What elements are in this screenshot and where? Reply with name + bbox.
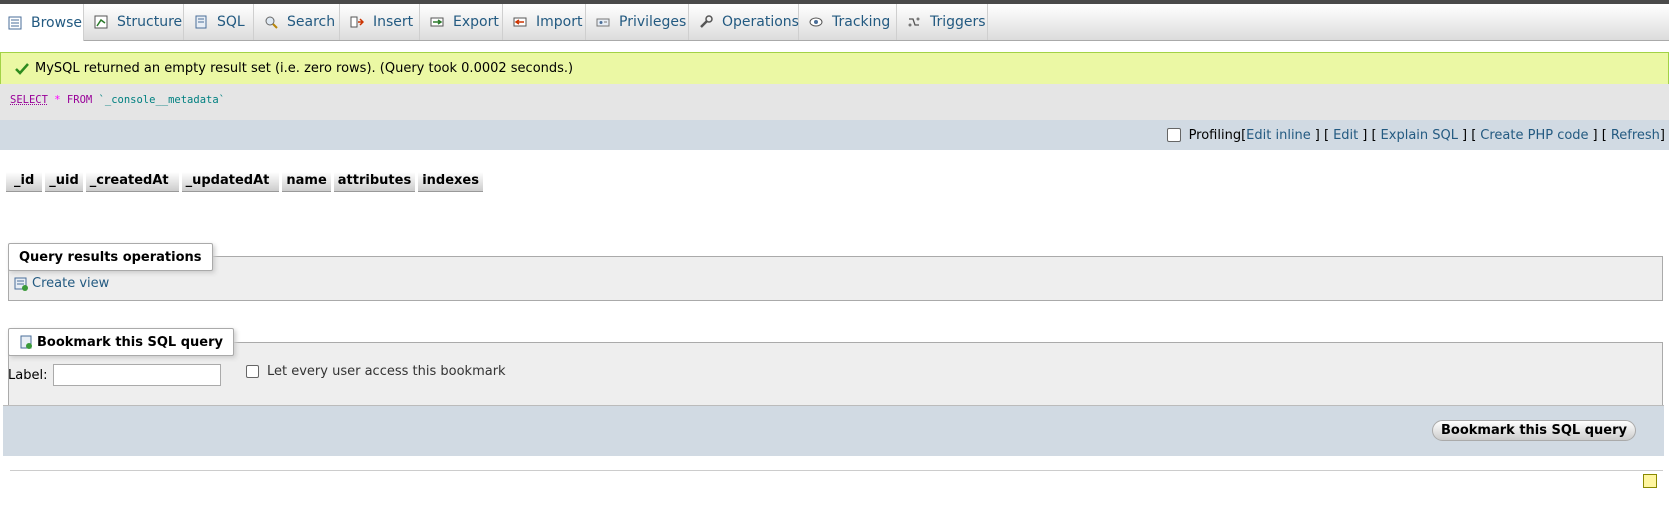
insert-icon xyxy=(350,15,364,29)
every-user-access-label: Let every user access this bookmark xyxy=(267,364,506,379)
tab-label: Import xyxy=(536,14,583,30)
tab-operations[interactable]: Operations xyxy=(691,4,799,40)
search-icon xyxy=(264,15,278,29)
separator: ] [ xyxy=(1362,127,1377,143)
tab-insert[interactable]: Insert xyxy=(342,4,420,40)
every-user-access-checkbox[interactable] xyxy=(246,365,259,378)
create-view-link[interactable]: Create view xyxy=(14,276,109,291)
bookmark-label-row: Label: xyxy=(8,364,222,386)
tab-import[interactable]: Import xyxy=(505,4,586,40)
tab-tracking[interactable]: Tracking xyxy=(801,4,897,40)
legend-text: Bookmark this SQL query xyxy=(37,334,223,350)
tab-label: Structure xyxy=(117,14,183,30)
bookmark-submit-button[interactable]: Bookmark this SQL query xyxy=(1432,420,1636,441)
tab-label: Insert xyxy=(373,14,414,30)
bookmark-icon xyxy=(19,335,33,349)
create-php-code-link[interactable]: Create PHP code xyxy=(1480,128,1588,143)
tab-export[interactable]: Export xyxy=(422,4,503,40)
structure-icon xyxy=(94,15,108,29)
eye-icon xyxy=(809,15,823,29)
tab-search[interactable]: Search xyxy=(256,4,340,40)
success-message: MySQL returned an empty result set (i.e.… xyxy=(0,52,1669,85)
console-toggle-icon[interactable] xyxy=(1643,474,1657,488)
column-header-id[interactable]: _id xyxy=(6,172,43,192)
query-results-operations-fieldset xyxy=(8,256,1663,301)
sql-keyword-from: FROM xyxy=(66,94,93,106)
column-header-updatedat[interactable]: _updatedAt xyxy=(181,172,280,192)
tab-triggers[interactable]: Triggers xyxy=(899,4,988,40)
bookmark-label-caption: Label: xyxy=(8,367,48,383)
query-tools-bar: Profiling [ Edit inline ] [ Edit ] [ Exp… xyxy=(0,120,1669,150)
legend-text: Query results operations xyxy=(19,249,202,265)
sql-icon xyxy=(194,15,208,29)
tab-label: SQL xyxy=(217,14,245,30)
tab-sql[interactable]: SQL xyxy=(186,4,254,40)
privileges-icon xyxy=(596,15,610,29)
every-user-access-row: Let every user access this bookmark xyxy=(246,364,506,379)
tab-browse[interactable]: Browse xyxy=(0,4,84,41)
tab-structure[interactable]: Structure xyxy=(86,4,184,40)
bracket: ] xyxy=(1659,127,1665,143)
profiling-checkbox[interactable] xyxy=(1166,128,1181,142)
tab-label: Privileges xyxy=(619,14,687,30)
edit-link[interactable]: Edit xyxy=(1333,128,1358,143)
refresh-link[interactable]: Refresh xyxy=(1611,128,1660,143)
sql-star: * xyxy=(54,94,61,106)
column-header-createdat[interactable]: _createdAt xyxy=(85,172,179,192)
column-header-name[interactable]: name xyxy=(282,172,331,192)
query-results-operations-legend: Query results operations xyxy=(8,243,213,271)
import-icon xyxy=(513,15,527,29)
edit-inline-link[interactable]: Edit inline xyxy=(1246,128,1311,143)
profiling-label: Profiling xyxy=(1188,127,1242,143)
checkmark-icon xyxy=(15,62,29,75)
top-menu-tabs: Browse Structure SQL Search Insert Expor… xyxy=(0,4,1669,41)
tab-privileges[interactable]: Privileges xyxy=(588,4,689,40)
sql-query-code: SELECT * FROM `_console__metadata` xyxy=(10,94,225,106)
browse-icon xyxy=(8,16,22,30)
bookmark-legend: Bookmark this SQL query xyxy=(8,328,234,356)
separator: ] [ xyxy=(1462,127,1477,143)
column-header-uid[interactable]: _uid xyxy=(45,172,83,192)
triggers-icon xyxy=(907,15,921,29)
tab-label: Tracking xyxy=(832,14,891,30)
column-header-attributes[interactable]: attributes xyxy=(333,172,416,192)
separator: ] [ xyxy=(1592,127,1607,143)
separator: ] [ xyxy=(1314,127,1330,143)
export-icon xyxy=(430,15,444,29)
bookmark-label-input[interactable] xyxy=(53,364,222,386)
sql-table-name: `_console__metadata` xyxy=(98,94,225,106)
tab-label: Operations xyxy=(722,14,799,30)
create-view-icon xyxy=(14,277,28,291)
divider xyxy=(10,470,1663,471)
sql-query-box: SELECT * FROM `_console__metadata` xyxy=(0,84,1669,120)
success-message-text: MySQL returned an empty result set (i.e.… xyxy=(35,61,574,76)
tab-label: Export xyxy=(453,14,499,30)
tab-label: Triggers xyxy=(930,14,986,30)
column-header-indexes[interactable]: indexes xyxy=(418,172,483,192)
bookmark-footer: Bookmark this SQL query xyxy=(3,405,1664,456)
tab-label: Search xyxy=(287,14,336,30)
result-table-header: _id _uid _createdAt _updatedAt name attr… xyxy=(6,172,486,192)
explain-sql-link[interactable]: Explain SQL xyxy=(1381,128,1458,143)
create-view-label: Create view xyxy=(32,276,110,291)
tab-label: Browse xyxy=(31,14,82,31)
wrench-icon xyxy=(699,15,713,29)
sql-keyword-select[interactable]: SELECT xyxy=(10,94,48,106)
